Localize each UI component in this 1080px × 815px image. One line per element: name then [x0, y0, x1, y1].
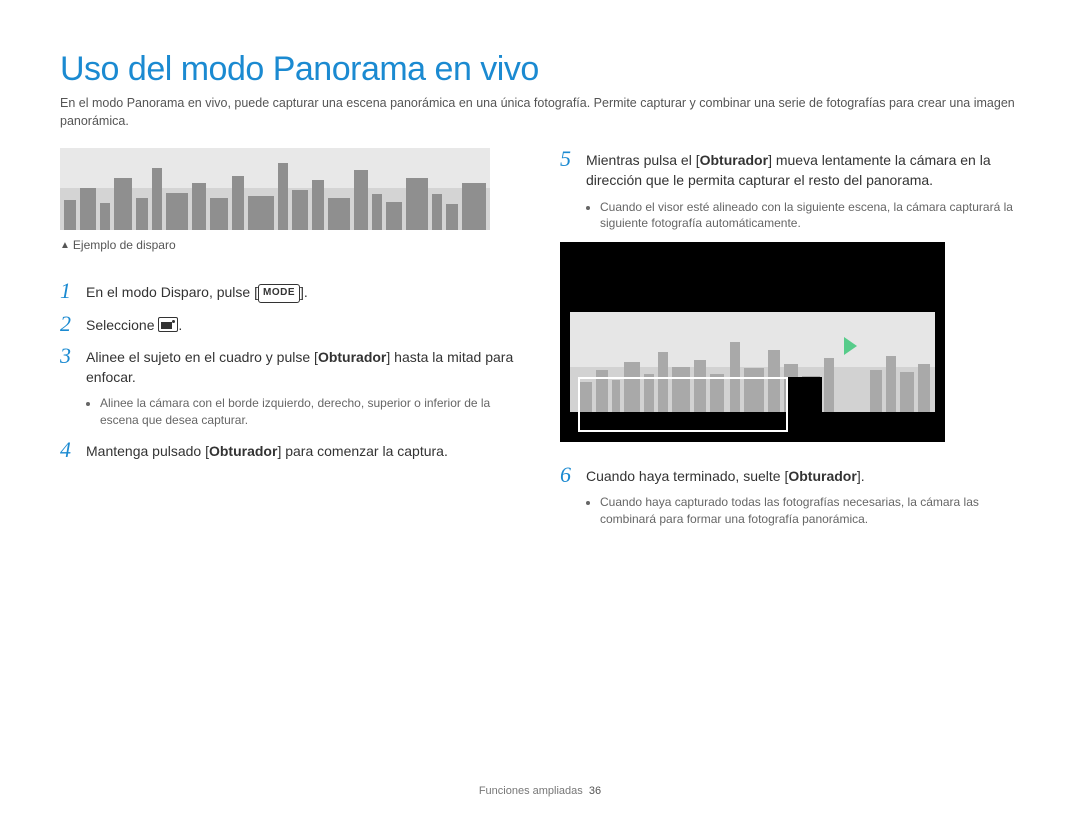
step-4: 4 Mantenga pulsado [Obturador] para come…	[60, 439, 520, 461]
step-text: Alinee el sujeto en el cuadro y pulse [	[86, 349, 318, 365]
step-bullets: Cuando haya capturado todas las fotograf…	[586, 494, 1020, 528]
step-number: 2	[60, 313, 86, 335]
bullet-item: Cuando haya capturado todas las fotograf…	[600, 494, 1020, 528]
step-number: 5	[560, 148, 586, 232]
step-body: Mantenga pulsado [Obturador] para comenz…	[86, 439, 520, 461]
step-body: Alinee el sujeto en el cuadro y pulse [O…	[86, 345, 520, 429]
shutter-bold: Obturador	[318, 349, 386, 365]
step-text: ] para comenzar la captura.	[277, 443, 447, 459]
step-number: 6	[560, 464, 586, 528]
bullet-item: Cuando el visor esté alineado con la sig…	[600, 199, 1020, 233]
step-text: .	[178, 317, 182, 333]
step-text: Cuando haya terminado, suelte [	[586, 468, 788, 484]
viewfinder-illustration	[560, 242, 945, 442]
right-column: 5 Mientras pulsa el [Obturador] mueva le…	[560, 148, 1020, 538]
step-body: Cuando haya terminado, suelte [Obturador…	[586, 464, 1020, 528]
step-text: ].	[857, 468, 865, 484]
document-page: Uso del modo Panorama en vivo En el modo…	[0, 0, 1080, 815]
footer-section-label: Funciones ampliadas	[479, 785, 583, 797]
step-text: ].	[300, 284, 308, 300]
shutter-bold: Obturador	[788, 468, 856, 484]
step-text: Mantenga pulsado [	[86, 443, 209, 459]
step-body: En el modo Disparo, pulse [MODE].	[86, 280, 520, 303]
intro-paragraph: En el modo Panorama en vivo, puede captu…	[60, 95, 1020, 130]
step-1: 1 En el modo Disparo, pulse [MODE].	[60, 280, 520, 303]
page-title: Uso del modo Panorama en vivo	[60, 50, 1020, 89]
page-footer: Funciones ampliadas 36	[0, 785, 1080, 797]
left-steps-list: 1 En el modo Disparo, pulse [MODE]. 2 Se…	[60, 280, 520, 461]
step-bullets: Cuando el visor esté alineado con la sig…	[586, 199, 1020, 233]
page-number: 36	[589, 785, 601, 797]
step-number: 3	[60, 345, 86, 429]
direction-arrow-icon	[844, 337, 857, 355]
cityscape-illustration-icon	[60, 148, 490, 230]
mode-button-icon: MODE	[258, 284, 300, 303]
two-column-layout: ▲Ejemplo de disparo 1 En el modo Disparo…	[60, 148, 1020, 538]
step-number: 4	[60, 439, 86, 461]
panorama-example-illustration	[60, 148, 490, 230]
shutter-bold: Obturador	[700, 152, 768, 168]
step-5: 5 Mientras pulsa el [Obturador] mueva le…	[560, 148, 1020, 232]
viewfinder-next-segment-icon	[788, 377, 822, 432]
step-text: En el modo Disparo, pulse [	[86, 284, 258, 300]
bullet-item: Alinee la cámara con el borde izquierdo,…	[100, 395, 520, 429]
viewfinder-captured-frame-icon	[578, 377, 788, 432]
left-column: ▲Ejemplo de disparo 1 En el modo Disparo…	[60, 148, 520, 538]
triangle-up-icon: ▲	[60, 240, 70, 251]
example-caption-text: Ejemplo de disparo	[73, 238, 176, 252]
example-caption: ▲Ejemplo de disparo	[60, 238, 520, 252]
panorama-mode-icon	[158, 317, 178, 332]
step-bullets: Alinee la cámara con el borde izquierdo,…	[86, 395, 520, 429]
shutter-bold: Obturador	[209, 443, 277, 459]
step-3: 3 Alinee el sujeto en el cuadro y pulse …	[60, 345, 520, 429]
step-6: 6 Cuando haya terminado, suelte [Obturad…	[560, 464, 1020, 528]
right-steps-list: 5 Mientras pulsa el [Obturador] mueva le…	[560, 148, 1020, 528]
step-text: Mientras pulsa el [	[586, 152, 700, 168]
step-2: 2 Seleccione .	[60, 313, 520, 335]
step-body: Mientras pulsa el [Obturador] mueva lent…	[586, 148, 1020, 232]
step-body: Seleccione .	[86, 313, 520, 335]
step-number: 1	[60, 280, 86, 303]
step-text: Seleccione	[86, 317, 158, 333]
